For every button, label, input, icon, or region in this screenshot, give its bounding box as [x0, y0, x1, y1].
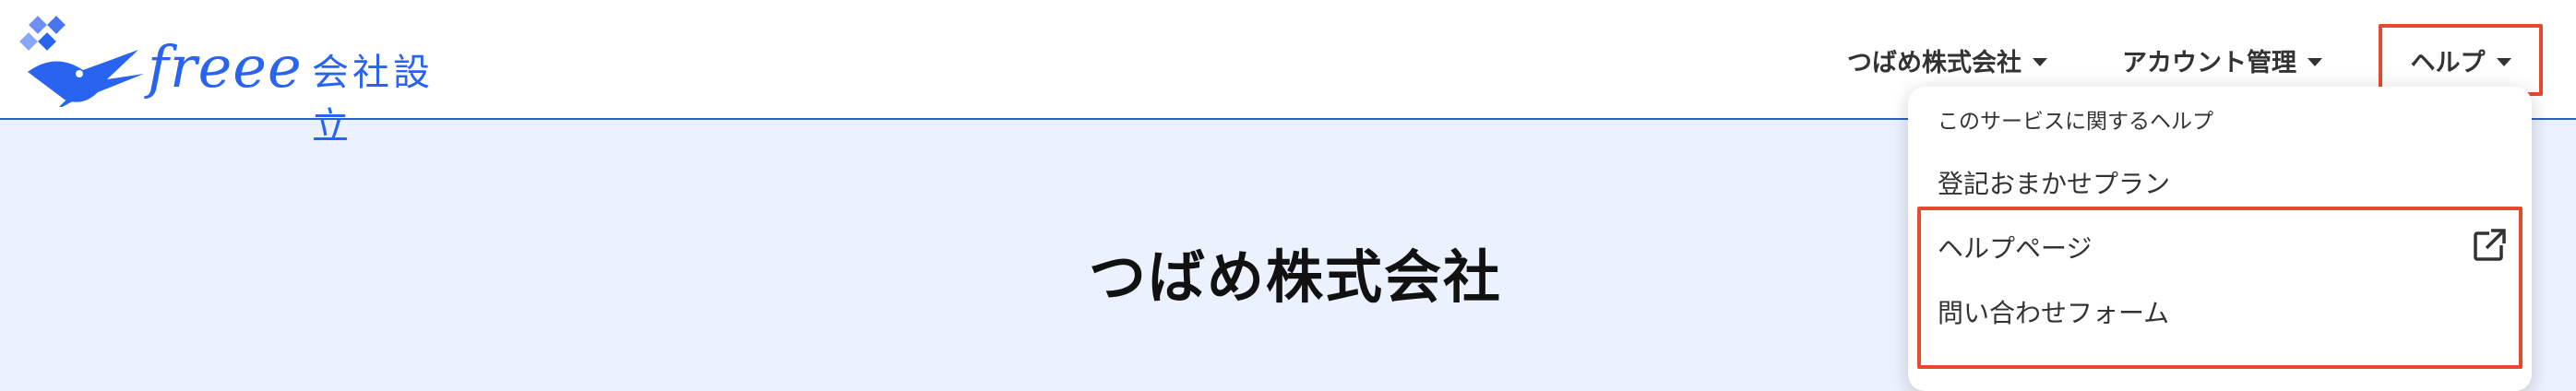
menu-item-help-page[interactable]: ヘルプページ	[1938, 229, 2092, 266]
nav-company-label: つばめ株式会社	[1847, 48, 2021, 77]
caret-down-icon	[2496, 57, 2511, 66]
nav-company-dropdown[interactable]: つばめ株式会社	[1847, 24, 2047, 96]
caret-down-icon	[2308, 57, 2322, 66]
nav-help-label: ヘルプ	[2410, 48, 2486, 77]
swallow-logo-icon	[19, 16, 144, 107]
freee-logo[interactable]: freee 会社設立	[18, 15, 461, 148]
brand-name: freee	[148, 33, 303, 101]
menu-item-registration-plan[interactable]: 登記おまかせプラン	[1938, 164, 2170, 201]
help-dropdown-menu: このサービスに関するヘルプ 登記おまかせプラン ヘルプページ 問い合わせフォーム	[1908, 87, 2532, 391]
menu-item-contact-form[interactable]: 問い合わせフォーム	[1938, 293, 2169, 330]
help-menu-heading: このサービスに関するヘルプ	[1938, 110, 2213, 134]
page-title: つばめ株式会社	[1089, 243, 1503, 311]
brand-suffix: 会社設立	[312, 52, 434, 148]
external-link-icon[interactable]	[2471, 227, 2508, 264]
nav-help-dropdown[interactable]: ヘルプ	[2379, 24, 2543, 96]
caret-down-icon	[2033, 57, 2047, 66]
nav-account-label: アカウント管理	[2122, 48, 2296, 77]
nav-account-dropdown[interactable]: アカウント管理	[2122, 24, 2322, 96]
